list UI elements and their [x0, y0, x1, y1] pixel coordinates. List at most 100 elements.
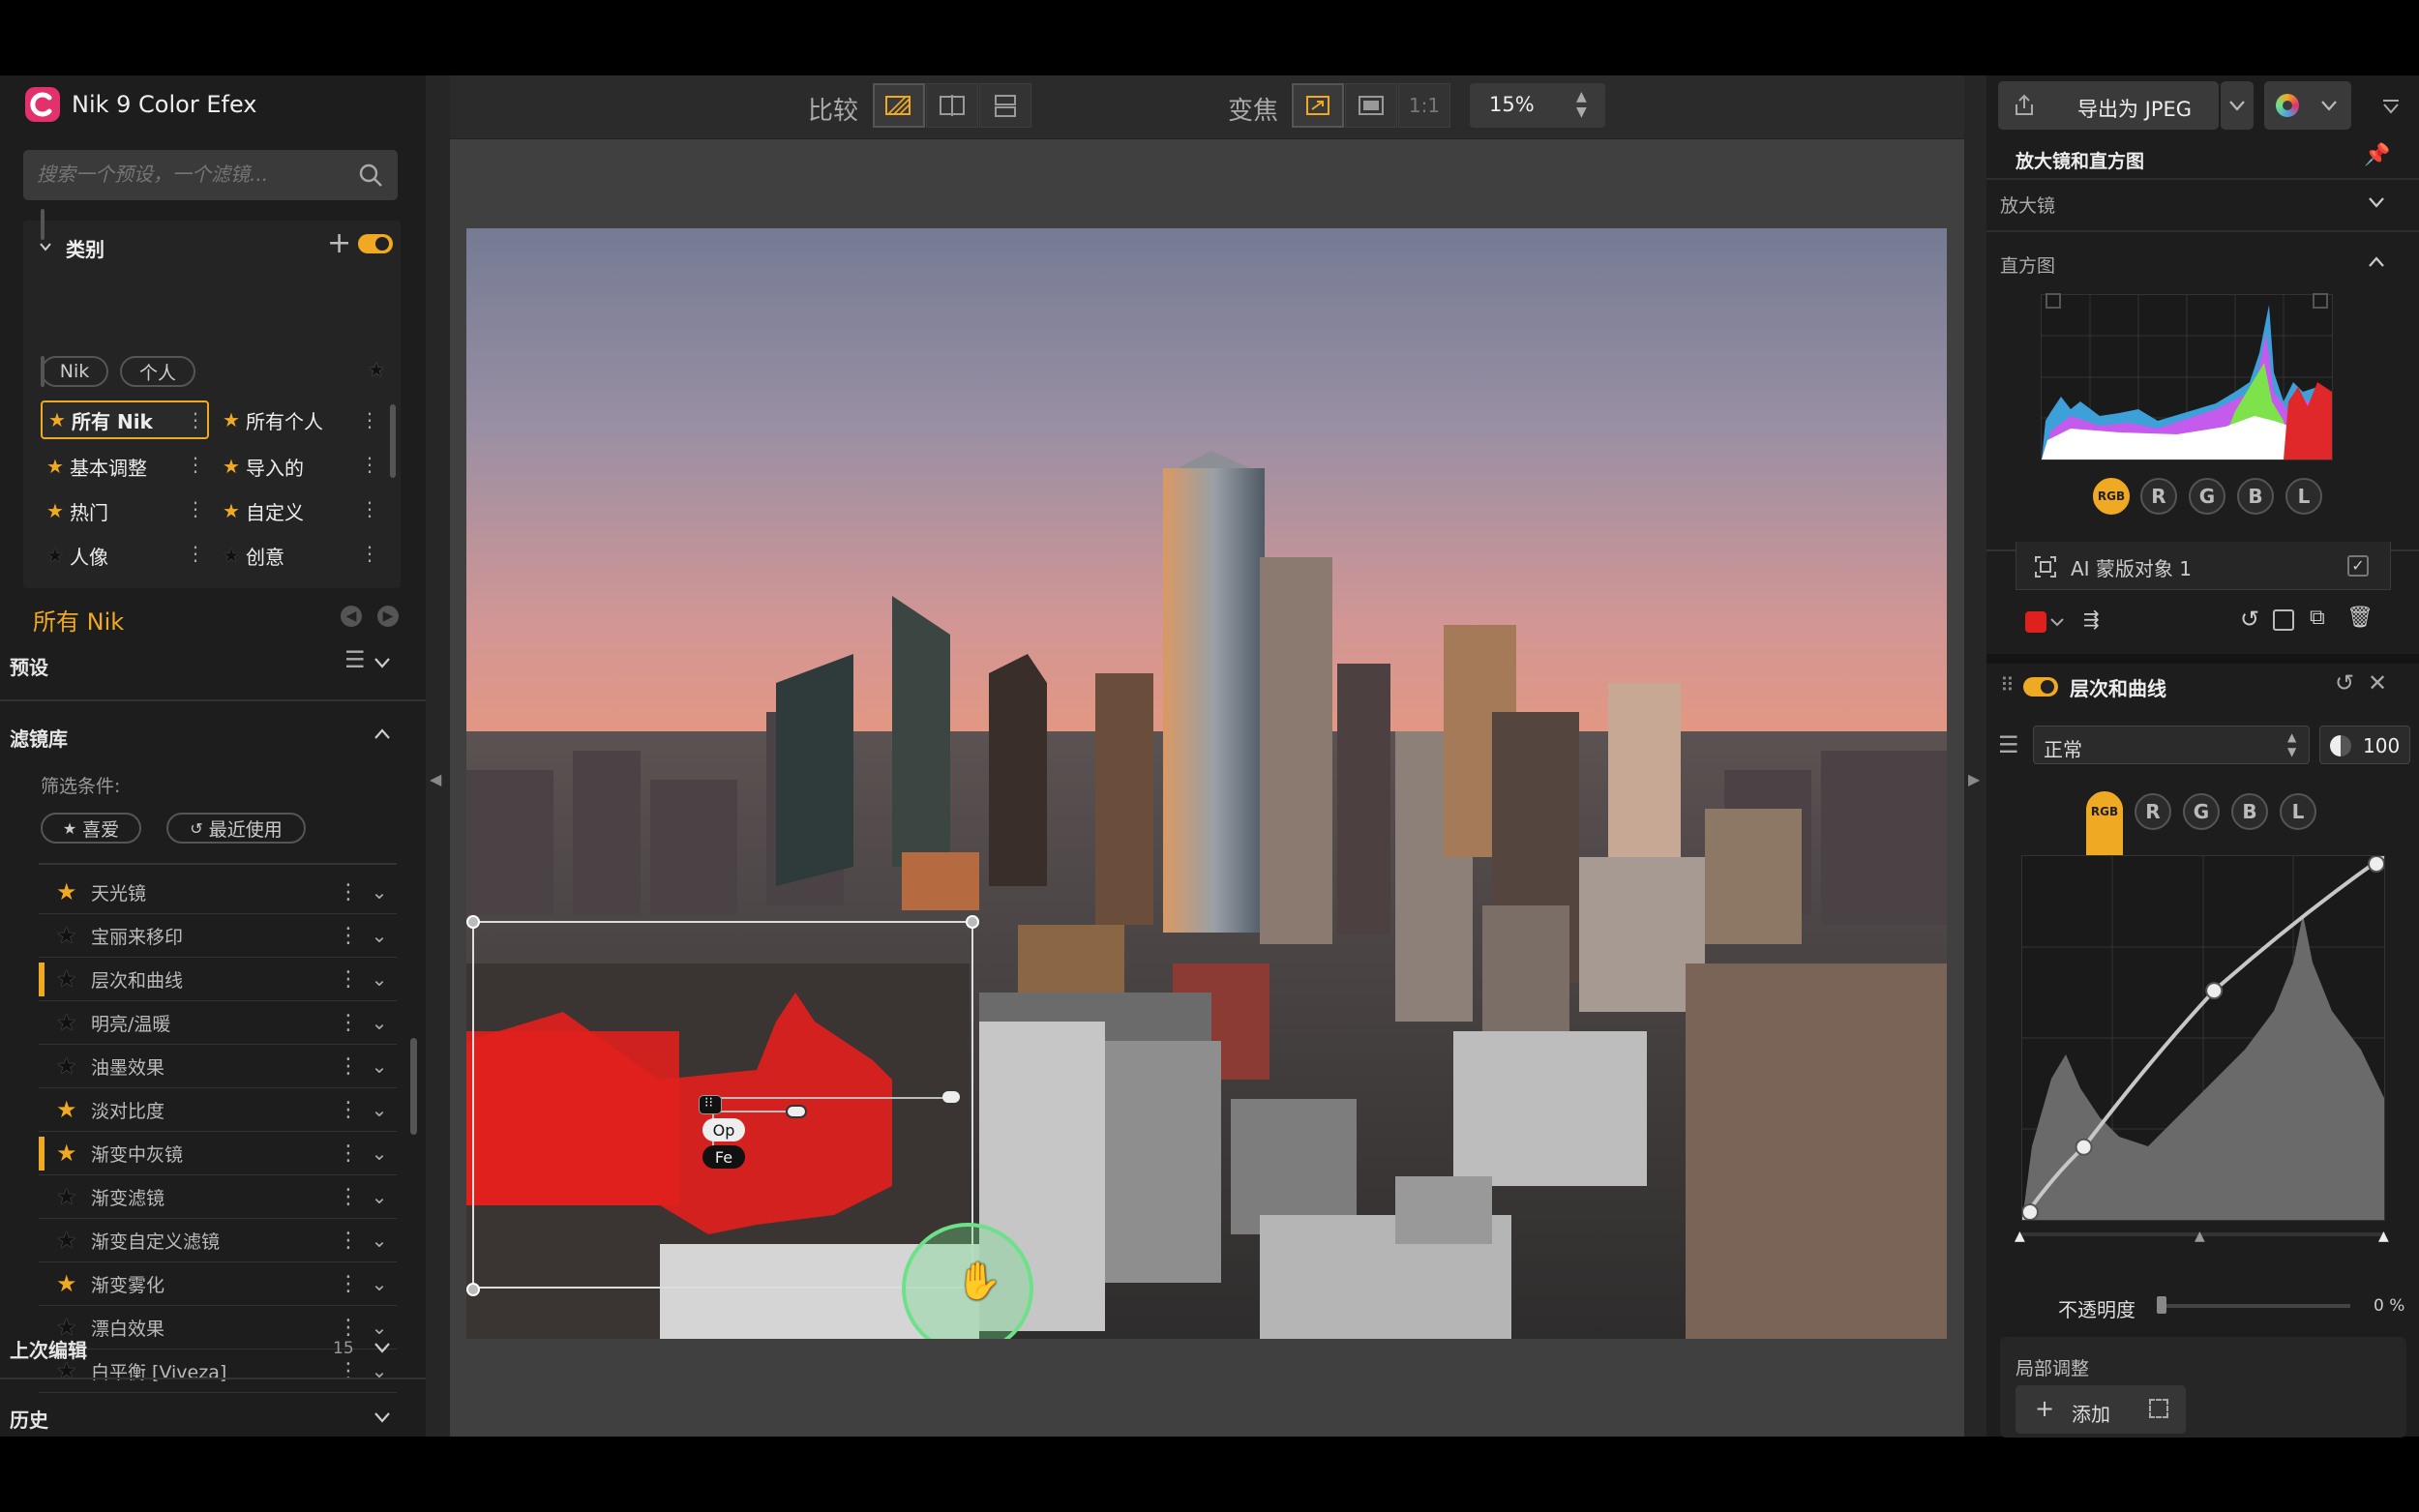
search-input[interactable] [37, 158, 346, 191]
drag-handle-icon[interactable]: ⠿ [2000, 673, 2015, 697]
more-icon[interactable]: ⋮ [335, 924, 362, 948]
chevron-down-icon[interactable] [2368, 195, 2385, 209]
star-icon[interactable]: ★ [56, 922, 91, 949]
chevron-down-icon[interactable]: ⌄ [362, 1141, 397, 1165]
chevron-down-icon[interactable]: ⌄ [362, 1229, 397, 1252]
filter-row[interactable]: ★ 渐变雾化 ⋮ ⌄ [39, 1262, 397, 1306]
curves-graph[interactable] [2020, 854, 2386, 1222]
trash-icon[interactable]: 🗑 [2346, 606, 2374, 630]
more-icon[interactable]: ⋮ [335, 880, 362, 904]
category-portrait[interactable]: ★ 人像 [41, 536, 205, 575]
category-all-personal[interactable]: ★ 所有个人 [217, 400, 381, 439]
more-icon[interactable]: ⋮ [335, 1098, 362, 1122]
gamma-slider[interactable]: ▲ [2195, 1229, 2205, 1244]
more-icon[interactable]: ⋮ [186, 542, 205, 565]
mask-checkbox[interactable]: ✓ [2347, 555, 2369, 577]
chevron-down-icon[interactable] [2050, 617, 2064, 627]
filter-row[interactable]: ★ 渐变中灰镜 ⋮ ⌄ [39, 1132, 397, 1175]
stepper-icon[interactable]: ▲ ▼ [1576, 89, 1587, 120]
chevron-down-icon[interactable]: ⌄ [362, 1098, 397, 1121]
more-icon[interactable]: ⋮ [360, 408, 379, 431]
more-icon[interactable]: ⋮ [335, 1316, 362, 1340]
curves-channel-r[interactable]: R [2135, 793, 2171, 830]
more-icon[interactable]: ⋮ [335, 1141, 362, 1166]
control-point-icon[interactable]: ⁝⁝ [699, 1095, 722, 1114]
zoom-select[interactable]: 15% ▲ ▼ [1470, 83, 1605, 128]
mask-color-swatch[interactable] [2025, 611, 2046, 633]
more-icon[interactable]: ⋮ [335, 1229, 362, 1253]
star-icon[interactable]: ★ [56, 1009, 91, 1036]
duplicate-icon[interactable]: ⧉ [2310, 606, 2325, 630]
export-dropdown[interactable] [2221, 81, 2254, 130]
histogram-channel-r[interactable]: R [2140, 478, 2177, 515]
chevron-up-icon[interactable] [373, 727, 391, 741]
chevron-down-icon[interactable] [373, 656, 391, 669]
filter-row[interactable]: ★ 油墨效果 ⋮ ⌄ [39, 1045, 397, 1088]
loupe-label[interactable]: 放大镜 [2000, 192, 2055, 218]
left-collapse-strip[interactable]: ◀ [426, 75, 450, 1437]
chevron-down-icon[interactable]: ⌄ [362, 924, 397, 947]
curve-control-point[interactable] [2021, 1203, 2039, 1221]
reset-icon[interactable]: ↺ [2240, 606, 2259, 633]
category-pill-personal[interactable]: 个人 [120, 356, 195, 387]
curves-channel-l[interactable]: L [2280, 793, 2316, 830]
feather-handle[interactable]: Fe [702, 1145, 745, 1169]
filter-enable-toggle[interactable] [2023, 677, 2058, 697]
curves-canvas[interactable] [2020, 854, 2386, 1222]
ai-mask-row[interactable]: AI 蒙版对象 1 ✓ [2016, 542, 2391, 590]
filter-row[interactable]: ★ 宝丽来移印 ⋮ ⌄ [39, 914, 397, 958]
more-icon[interactable]: ⋮ [335, 1272, 362, 1296]
back-icon[interactable]: ◀ [341, 606, 362, 627]
filter-row[interactable]: ★ 淡对比度 ⋮ ⌄ [39, 1088, 397, 1132]
chevron-down-icon[interactable]: ⌄ [362, 1011, 397, 1034]
chevron-down-icon[interactable] [39, 240, 52, 253]
presets-header[interactable]: 预设 [10, 652, 48, 680]
slider-knob[interactable] [942, 1091, 960, 1103]
category-creative[interactable]: ★ 创意 [217, 536, 381, 575]
slider-knob[interactable] [786, 1105, 807, 1118]
edit-mask-icon[interactable] [2273, 609, 2294, 631]
export-button[interactable]: 导出为 JPEG [1998, 81, 2219, 130]
star-filter-icon[interactable]: ★ [368, 358, 385, 381]
reset-icon[interactable]: ↺ [2335, 669, 2354, 697]
opacity-input[interactable]: 100 [2319, 726, 2410, 764]
menu-icon[interactable]: ☰ [1998, 731, 2019, 758]
forward-icon[interactable]: ▶ [377, 606, 399, 627]
one-to-one-button[interactable]: 1:1 [1398, 83, 1450, 128]
more-icon[interactable]: ⋮ [186, 408, 205, 431]
list-view-icon[interactable]: ☰ [344, 646, 366, 673]
histogram-channel-rgb[interactable]: RGB [2093, 478, 2130, 515]
chevron-up-icon[interactable] [2368, 255, 2385, 269]
filter-scrollbar[interactable] [410, 1038, 417, 1135]
filter-row[interactable]: ★ 明亮/温暖 ⋮ ⌄ [39, 1001, 397, 1045]
histogram-channel-b[interactable]: B [2237, 478, 2274, 515]
chevron-down-icon[interactable]: ⌄ [362, 1316, 397, 1339]
chevron-down-icon[interactable]: ⌄ [362, 967, 397, 991]
more-icon[interactable]: ⋮ [335, 1054, 362, 1079]
more-icon[interactable]: ⋮ [360, 453, 379, 476]
collapse-left-icon[interactable]: ◀ [430, 770, 441, 788]
last-edit-header[interactable]: 上次编辑 [10, 1335, 87, 1363]
star-icon[interactable]: ★ [56, 1270, 91, 1297]
plugin-menu-button[interactable] [2264, 81, 2351, 130]
more-icon[interactable]: ⋮ [360, 497, 379, 520]
category-basic[interactable]: ★ 基本调整 [41, 447, 205, 486]
filter-row[interactable]: ★ 天光镜 ⋮ ⌄ [39, 871, 397, 914]
category-imported[interactable]: ★ 导入的 [217, 447, 381, 486]
compare-side-button[interactable] [979, 83, 1031, 128]
photo-canvas[interactable]: ⁝⁝ Op Fe ✋ [466, 228, 1947, 1339]
star-icon[interactable]: ★ [56, 1096, 91, 1123]
more-icon[interactable]: ⋮ [186, 497, 205, 520]
category-pill-nik[interactable]: Nik [41, 356, 108, 387]
white-point-slider[interactable]: ▲ [2378, 1229, 2389, 1244]
curves-channel-g[interactable]: G [2183, 793, 2220, 830]
fit-screen-button[interactable] [1292, 83, 1344, 128]
filter-row[interactable]: ★ 层次和曲线 ⋮ ⌄ [39, 958, 397, 1001]
shadow-clip-toggle[interactable] [2046, 293, 2061, 309]
opacity-slider[interactable] [2157, 1304, 2350, 1308]
selection-handle[interactable] [466, 1283, 480, 1296]
curve-control-point[interactable] [2075, 1138, 2093, 1156]
compare-split-button[interactable] [926, 83, 978, 128]
more-icon[interactable]: ⋮ [335, 967, 362, 992]
categories-scrollbar[interactable] [390, 404, 396, 478]
